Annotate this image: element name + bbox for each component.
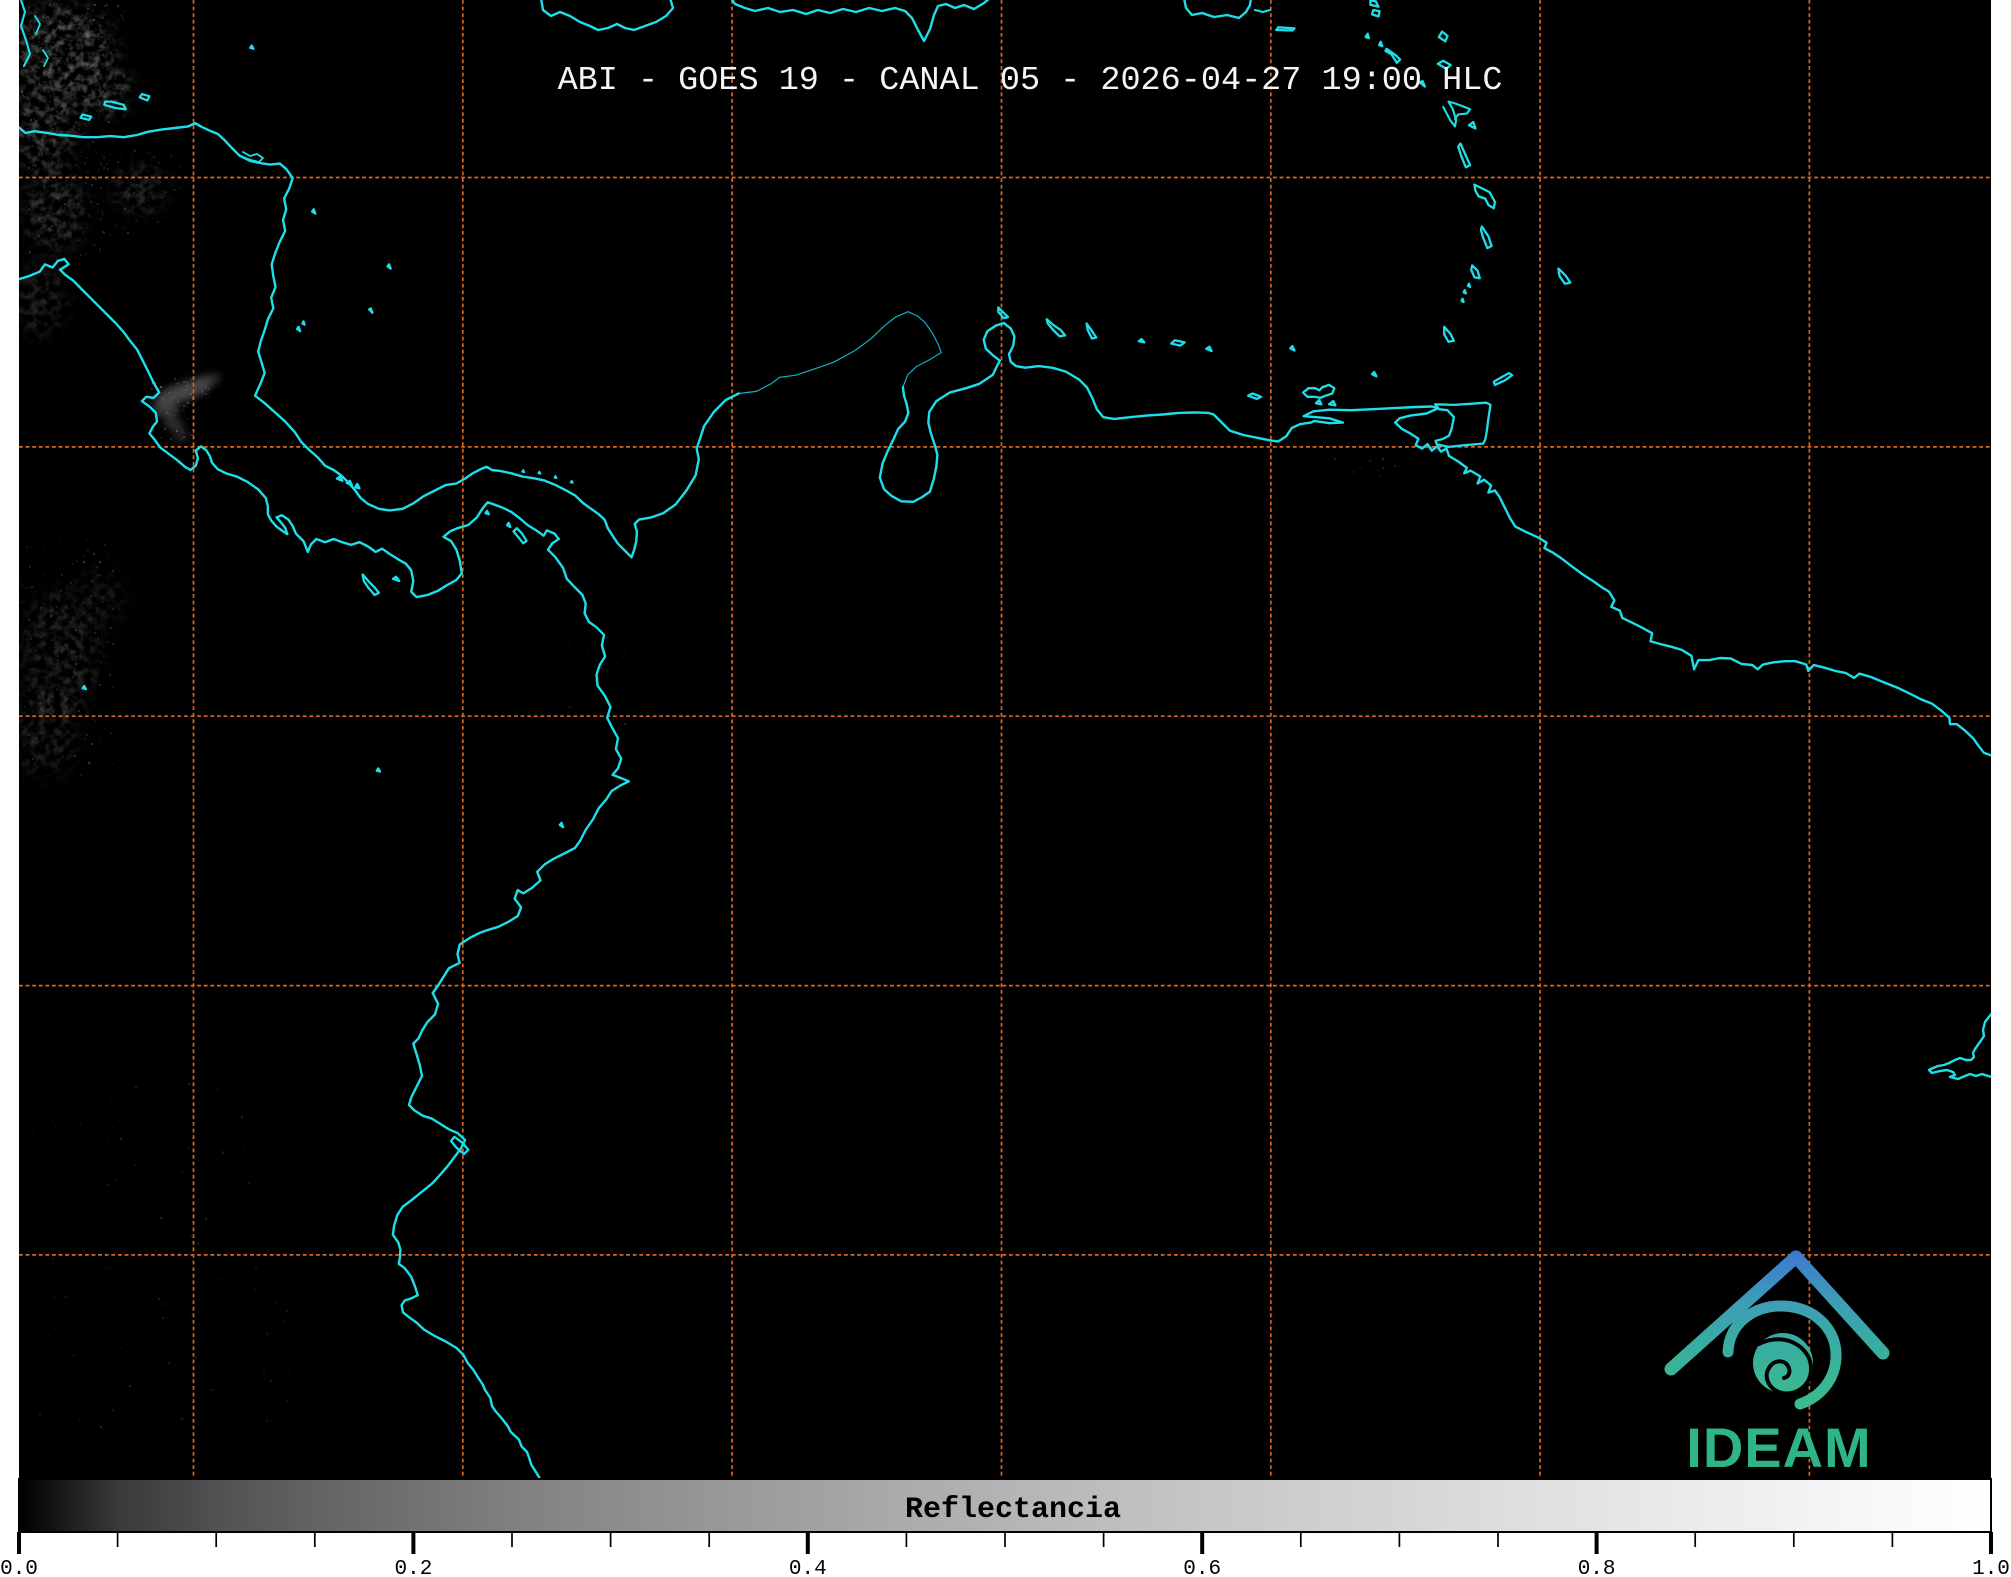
- svg-text:Reflectancia: Reflectancia: [905, 1493, 1121, 1527]
- svg-text:0.0: 0.0: [0, 1558, 38, 1577]
- svg-text:IDEAM: IDEAM: [1686, 1416, 1871, 1479]
- svg-text:0.8: 0.8: [1578, 1558, 1616, 1577]
- svg-text:0.2: 0.2: [394, 1558, 432, 1577]
- svg-text:1.0: 1.0: [1972, 1558, 2010, 1577]
- svg-text:0.4: 0.4: [789, 1558, 827, 1577]
- svg-text:0.6: 0.6: [1183, 1558, 1221, 1577]
- svg-text:ABI - GOES 19 - CANAL 05 - 202: ABI - GOES 19 - CANAL 05 - 2026-04-27 19…: [558, 62, 1503, 100]
